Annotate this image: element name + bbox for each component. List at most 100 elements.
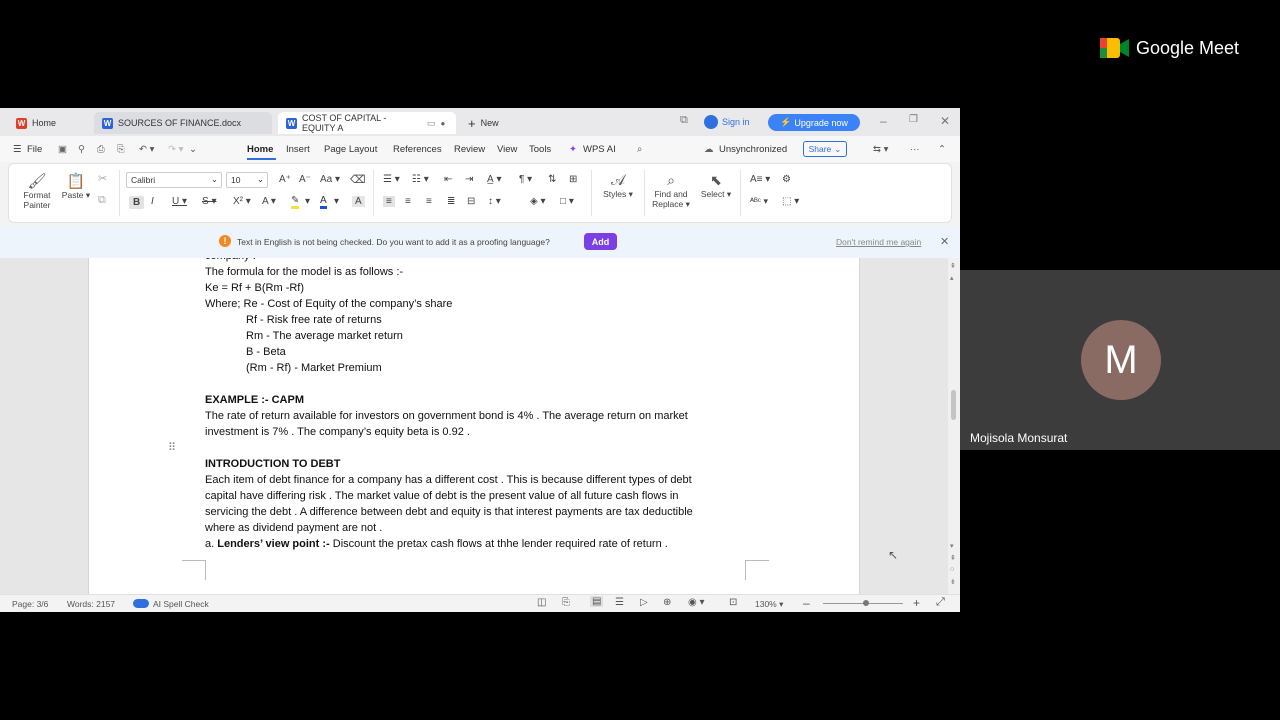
word-count[interactable]: Words: 2157	[67, 599, 115, 609]
menu-view[interactable]: View	[497, 144, 517, 155]
superscript-icon[interactable]: X² ▾	[233, 196, 251, 207]
table-tools-icon[interactable]: ⊞	[569, 174, 577, 185]
select-button[interactable]: ⬉ Select ▾	[698, 172, 734, 200]
highlight-icon[interactable]: ✎	[291, 195, 300, 209]
spell-check-toggle[interactable]	[133, 599, 149, 608]
increase-indent-icon[interactable]: ⇥	[465, 174, 473, 185]
zoom-out-icon[interactable]: –	[803, 596, 810, 610]
menu-review[interactable]: Review	[454, 144, 485, 155]
change-case-icon[interactable]: Aa ▾	[320, 174, 340, 185]
justify-icon[interactable]: ≣	[447, 196, 455, 207]
spellcheck-icon[interactable]: ᴬᴮᶜ ▾	[750, 196, 768, 207]
redo-icon[interactable]: ↷ ▾	[168, 144, 183, 155]
zoom-slider-thumb[interactable]	[863, 600, 869, 606]
strikethrough-icon[interactable]: S ▾	[202, 196, 216, 207]
doc-line[interactable]: where as dividend payment are not .	[205, 522, 382, 534]
tab-home[interactable]: W Home	[8, 112, 88, 134]
font-color-dropdown-icon[interactable]: ▾	[334, 196, 339, 207]
print-icon[interactable]: ⎙	[97, 144, 105, 155]
doc-line[interactable]: capital have differing risk . The market…	[205, 490, 678, 502]
increase-font-icon[interactable]: A⁺	[279, 174, 291, 185]
eye-protection-icon[interactable]: ◉ ▾	[688, 597, 705, 608]
doc-line[interactable]: Where; Re - Cost of Equity of the compan…	[205, 298, 452, 310]
drag-handle-icon[interactable]: ⠿	[168, 441, 176, 454]
settings-shield-icon[interactable]: ⚙	[782, 174, 791, 185]
collapse-ribbon-icon[interactable]: ⌃	[938, 144, 946, 155]
doc-line[interactable]: INTRODUCTION TO DEBT	[205, 458, 340, 470]
zoom-in-icon[interactable]: +	[913, 596, 920, 610]
doc-line[interactable]: B - Beta	[246, 346, 286, 358]
scroll-down-icon[interactable]: ▾	[950, 542, 954, 550]
font-name-select[interactable]: Calibri ⌄	[126, 172, 222, 188]
distributed-icon[interactable]: ⊟	[467, 196, 475, 207]
menu-home[interactable]: Home	[247, 144, 273, 155]
bold-icon[interactable]: B	[129, 196, 145, 209]
next-page-icon[interactable]: ⇟	[950, 578, 956, 586]
more-options-icon[interactable]: ···	[910, 144, 920, 155]
font-size-select[interactable]: 10 ⌄	[226, 172, 268, 188]
bullets-icon[interactable]: ☰ ▾	[383, 174, 400, 185]
clear-format-icon[interactable]: ⌫	[350, 173, 366, 186]
menu-tools[interactable]: Tools	[529, 144, 551, 155]
fit-page-icon[interactable]: ⊡	[729, 597, 737, 608]
new-tab-button[interactable]: + New	[460, 112, 520, 134]
minimize-icon[interactable]: –	[880, 114, 887, 128]
italic-icon[interactable]: I	[151, 196, 154, 207]
paste-button[interactable]: 📋 Paste ▾	[61, 172, 91, 201]
web-view-icon[interactable]: ⊕	[663, 597, 671, 608]
doc-line[interactable]: Rm - The average market return	[246, 330, 403, 342]
cut-icon[interactable]: ✂	[98, 172, 107, 185]
share-button[interactable]: Share ⌄	[803, 141, 847, 157]
doc-line[interactable]: The rate of return available for investo…	[205, 410, 688, 422]
browse-object-icon[interactable]: ○	[950, 566, 954, 573]
close-notice-icon[interactable]: ✕	[940, 235, 949, 248]
hamburger-icon[interactable]: ☰	[13, 144, 22, 155]
save-icon[interactable]: ▣	[58, 144, 67, 155]
menu-references[interactable]: References	[393, 144, 442, 155]
doc-line[interactable]: Each item of debt finance for a company …	[205, 474, 692, 486]
add-language-button[interactable]: Add	[584, 233, 617, 250]
tab-cost-of-capital[interactable]: W COST OF CAPITAL - EQUITY A ▭ ●	[278, 112, 456, 134]
text-effect-icon[interactable]: A ▾	[262, 196, 276, 207]
vertical-scrollbar[interactable]: ⇞ ▴ ▾ ⇞ ○ ⇟	[948, 258, 960, 594]
menu-wps-ai[interactable]: WPS AI	[583, 144, 616, 155]
sort-icon[interactable]: ⇅	[548, 174, 556, 185]
doc-line[interactable]: servicing the debt . A difference betwee…	[205, 506, 693, 518]
menu-page-layout[interactable]: Page Layout	[324, 144, 377, 155]
unsaved-dot-icon[interactable]: ●	[441, 119, 446, 128]
format-painter-button[interactable]: 🖌 Format Painter	[21, 172, 53, 210]
outline-view-icon[interactable]: ☰	[615, 597, 624, 608]
decrease-font-icon[interactable]: A⁻	[299, 174, 311, 185]
close-icon[interactable]: ✕	[940, 114, 950, 128]
scroll-up-icon[interactable]: ▴	[950, 274, 954, 282]
fullscreen-icon[interactable]: ⤢	[936, 596, 945, 609]
page-view-icon[interactable]: ▤	[590, 596, 604, 607]
menu-file[interactable]: File	[27, 144, 42, 155]
prev-page-icon[interactable]: ⇞	[950, 554, 956, 562]
window-list-icon[interactable]: ⧉	[680, 114, 688, 127]
print-preview-icon[interactable]: ⎘	[117, 144, 125, 155]
menu-insert[interactable]: Insert	[286, 144, 310, 155]
zoom-level[interactable]: 130% ▾	[755, 599, 783, 610]
document-page[interactable]: company . The formula for the model is as…	[88, 258, 860, 594]
borders-icon[interactable]: □ ▾	[560, 196, 574, 207]
select-dropdown-icon[interactable]: ⬚ ▾	[782, 196, 799, 207]
more-quick-icon[interactable]: ⌄	[189, 144, 197, 155]
play-icon[interactable]: ▷	[640, 597, 648, 608]
layout-toggle-icon[interactable]: ⇆ ▾	[873, 144, 888, 155]
tab-sources-of-finance[interactable]: W SOURCES OF FINANCE.docx	[94, 112, 272, 134]
align-right-icon[interactable]: ≡	[426, 196, 432, 207]
align-left-icon[interactable]: ≡	[383, 196, 395, 207]
doc-line[interactable]: investment is 7% . The company’s equity …	[205, 426, 470, 438]
decrease-indent-icon[interactable]: ⇤	[444, 174, 452, 185]
copy-icon[interactable]: ⧉	[98, 194, 106, 207]
text-direction-icon[interactable]: A̲ ▾	[487, 174, 501, 185]
highlight-dropdown-icon[interactable]: ▾	[305, 196, 310, 207]
doc-line[interactable]: Rf - Risk free rate of returns	[246, 314, 382, 326]
navigation-icon[interactable]: ⎘	[562, 597, 570, 608]
protect-icon[interactable]: ◫	[537, 597, 546, 608]
line-spacing-icon[interactable]: ↕ ▾	[488, 196, 501, 207]
doc-line-lenders-view[interactable]: a. Lenders’ view point :- Discount the p…	[205, 538, 668, 550]
numbering-icon[interactable]: ☷ ▾	[412, 174, 429, 185]
doc-line[interactable]: EXAMPLE :- CAPM	[205, 394, 304, 406]
